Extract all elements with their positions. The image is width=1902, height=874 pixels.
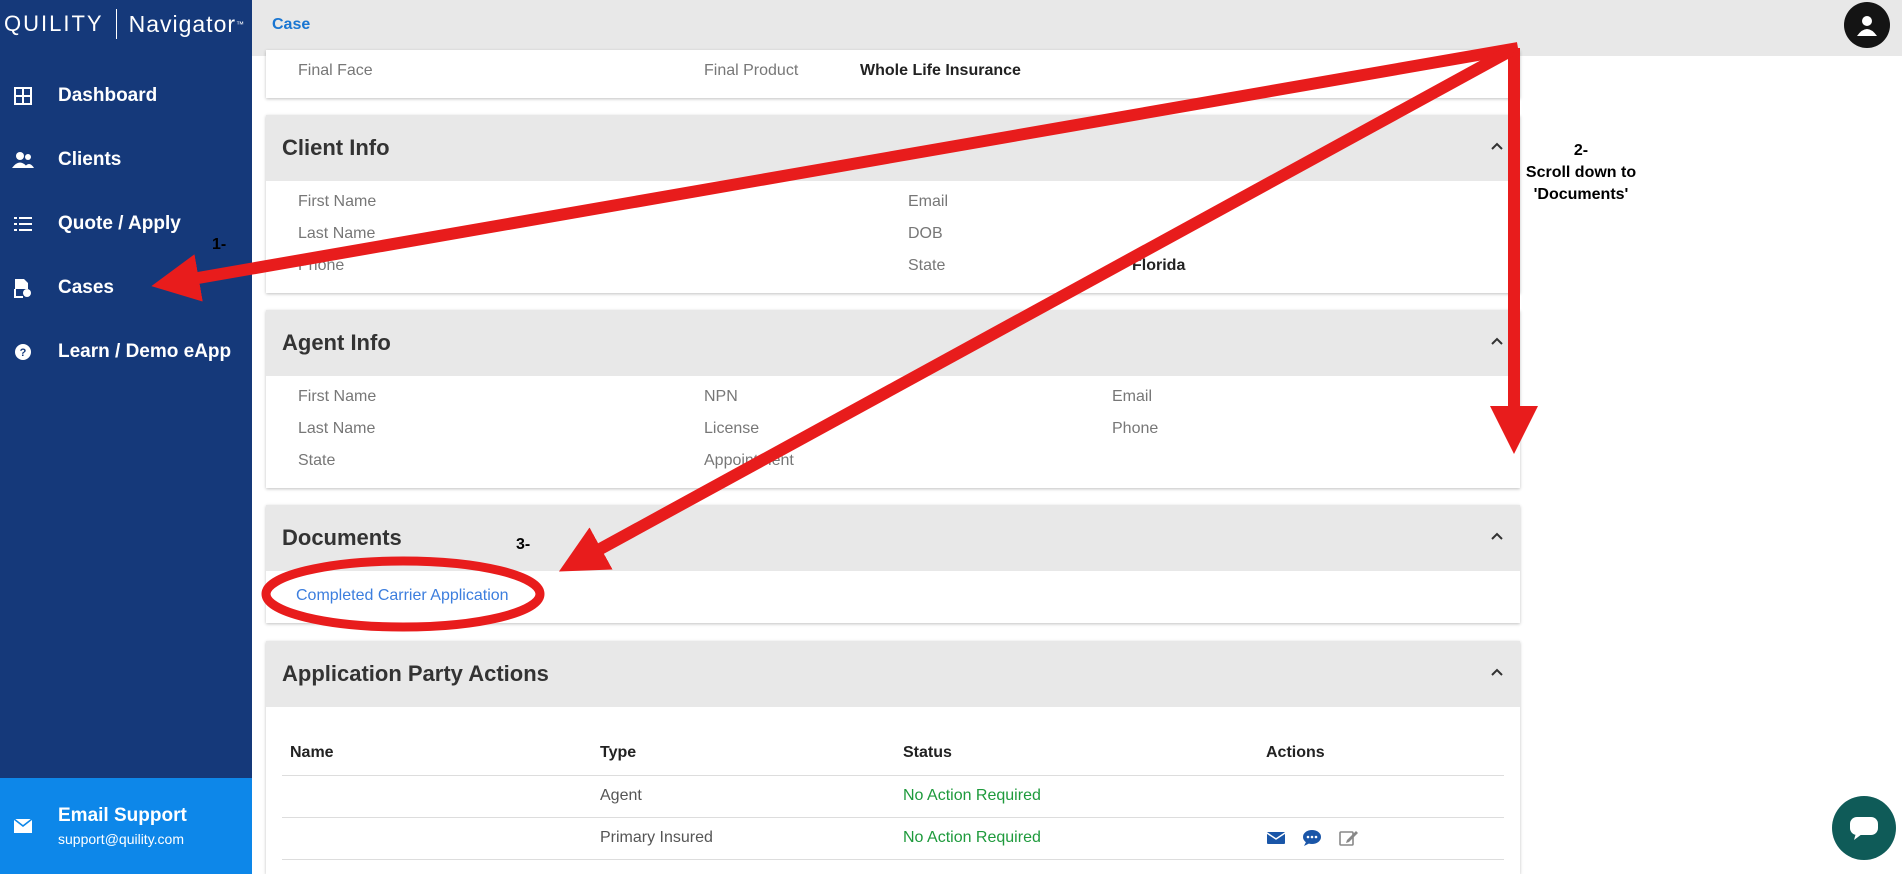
svg-text:?: ? — [20, 347, 27, 359]
agent-info-card: Agent Info First Name Last Name State NP… — [266, 310, 1520, 488]
chevron-up-icon[interactable] — [1488, 332, 1506, 350]
sidebar-item-label: Learn / Demo eApp — [58, 341, 232, 362]
row-actions — [1258, 817, 1504, 860]
table-header-row: Name Type Status Actions — [282, 731, 1504, 776]
user-icon — [1857, 16, 1877, 36]
case-summary-card: Final Face Final Product Whole Life Insu… — [266, 50, 1520, 98]
annotation-step-3: 3- — [516, 536, 531, 553]
column-actions: Actions — [1258, 731, 1504, 776]
agent-license-label: License — [704, 420, 760, 437]
column-type: Type — [592, 731, 895, 776]
client-last-name-label: Last Name — [298, 225, 376, 242]
agent-phone-label: Phone — [1112, 420, 1159, 437]
client-first-name-label: First Name — [298, 193, 377, 210]
row-actions — [1258, 775, 1504, 818]
help-icon: ? — [12, 341, 34, 363]
sidebar-item-label: Cases — [58, 277, 114, 298]
client-info-card: Client Info First Name Last Name Phone E… — [266, 115, 1520, 293]
list-icon — [12, 213, 34, 235]
client-email-label: Email — [908, 193, 949, 210]
sidebar-item-label: Clients — [58, 149, 122, 170]
brand-tm: ™ — [236, 19, 247, 29]
final-face-label: Final Face — [298, 62, 373, 79]
sidebar-item-learn-demo[interactable]: ? Learn / Demo eApp — [0, 320, 252, 384]
chevron-up-icon[interactable] — [1488, 663, 1506, 681]
top-bar: Case — [252, 0, 1902, 56]
brand-divider — [115, 9, 117, 39]
party-actions-table: Name Type Status Actions Agent No Action… — [282, 731, 1504, 860]
brand-name: QUILITY — [4, 11, 104, 36]
chevron-up-icon[interactable] — [1488, 527, 1506, 545]
agent-info-header[interactable]: Agent Info — [266, 310, 1520, 376]
agent-last-name-label: Last Name — [298, 420, 376, 437]
row-status: No Action Required — [895, 817, 1258, 860]
sidebar-nav: Dashboard Clients Quote / Apply Cases ? … — [0, 64, 252, 384]
table-row: Primary Insured No Action Required — [282, 817, 1504, 860]
annotation-step-2: 2- Scroll down to 'Documents' — [1522, 140, 1640, 206]
clients-icon — [12, 149, 34, 171]
agent-first-name-label: First Name — [298, 388, 377, 405]
party-actions-header[interactable]: Application Party Actions — [266, 641, 1520, 707]
column-status: Status — [895, 731, 1258, 776]
row-name — [282, 817, 592, 860]
support-title: Email Support — [58, 805, 187, 826]
final-product-label: Final Product — [704, 62, 799, 79]
row-type: Primary Insured — [592, 817, 895, 860]
agent-email-label: Email — [1112, 388, 1153, 405]
annotation-step-2-line: Scroll down to — [1525, 164, 1637, 181]
cases-icon — [12, 277, 34, 299]
avatar[interactable] — [1844, 2, 1890, 48]
client-state-value: Florida — [1132, 257, 1186, 274]
comment-icon[interactable] — [1302, 829, 1322, 847]
chat-icon — [1850, 817, 1878, 840]
annotation-step-1: 1- — [212, 236, 227, 253]
row-type: Agent — [592, 775, 895, 818]
email-support[interactable]: Email Support support@quility.com — [0, 778, 252, 874]
envelope-icon[interactable] — [1266, 830, 1286, 846]
sidebar-item-label: Quote / Apply — [58, 213, 181, 234]
support-email[interactable]: support@quility.com — [58, 831, 187, 847]
sidebar-item-cases[interactable]: Cases — [0, 256, 252, 320]
sidebar-item-clients[interactable]: Clients — [0, 128, 252, 192]
row-name — [282, 775, 592, 818]
agent-state-label: State — [298, 452, 336, 469]
edit-icon[interactable] — [1339, 829, 1359, 847]
sidebar: QUILITY Navigator ™ Dashboard Clients Quo… — [0, 0, 252, 874]
section-title: Documents — [282, 525, 402, 550]
client-dob-label: DOB — [908, 225, 943, 242]
section-title: Agent Info — [282, 330, 391, 355]
client-phone-label: Phone — [298, 257, 345, 274]
annotation-step-2-line: 'Documents' — [1533, 186, 1629, 203]
column-name: Name — [282, 731, 592, 776]
sidebar-item-dashboard[interactable]: Dashboard — [0, 64, 252, 128]
client-state-label: State — [908, 257, 946, 274]
table-row: Agent No Action Required — [282, 775, 1504, 818]
client-info-header[interactable]: Client Info — [266, 115, 1520, 181]
party-actions-card: Application Party Actions Name Type Stat… — [266, 641, 1520, 874]
completed-carrier-application-link[interactable]: Completed Carrier Application — [296, 587, 509, 605]
agent-npn-label: NPN — [704, 388, 738, 405]
chevron-up-icon[interactable] — [1488, 137, 1506, 155]
documents-header[interactable]: Documents — [266, 505, 1520, 571]
section-title: Application Party Actions — [282, 661, 549, 686]
final-product-value: Whole Life Insurance — [860, 62, 1021, 79]
sidebar-item-label: Dashboard — [58, 85, 158, 106]
mail-icon — [12, 819, 34, 833]
row-status: No Action Required — [895, 775, 1258, 818]
agent-appointment-label: Appointment — [704, 452, 794, 469]
brand-logo[interactable]: QUILITY Navigator ™ — [0, 0, 252, 48]
documents-card: Documents Completed Carrier Application — [266, 505, 1520, 623]
chat-widget-button[interactable] — [1832, 796, 1896, 860]
breadcrumb-case[interactable]: Case — [272, 16, 310, 34]
annotation-step-2-number: 2- — [1573, 142, 1589, 159]
section-title: Client Info — [282, 135, 390, 160]
dashboard-icon — [12, 85, 34, 107]
brand-product: Navigator — [128, 10, 237, 37]
